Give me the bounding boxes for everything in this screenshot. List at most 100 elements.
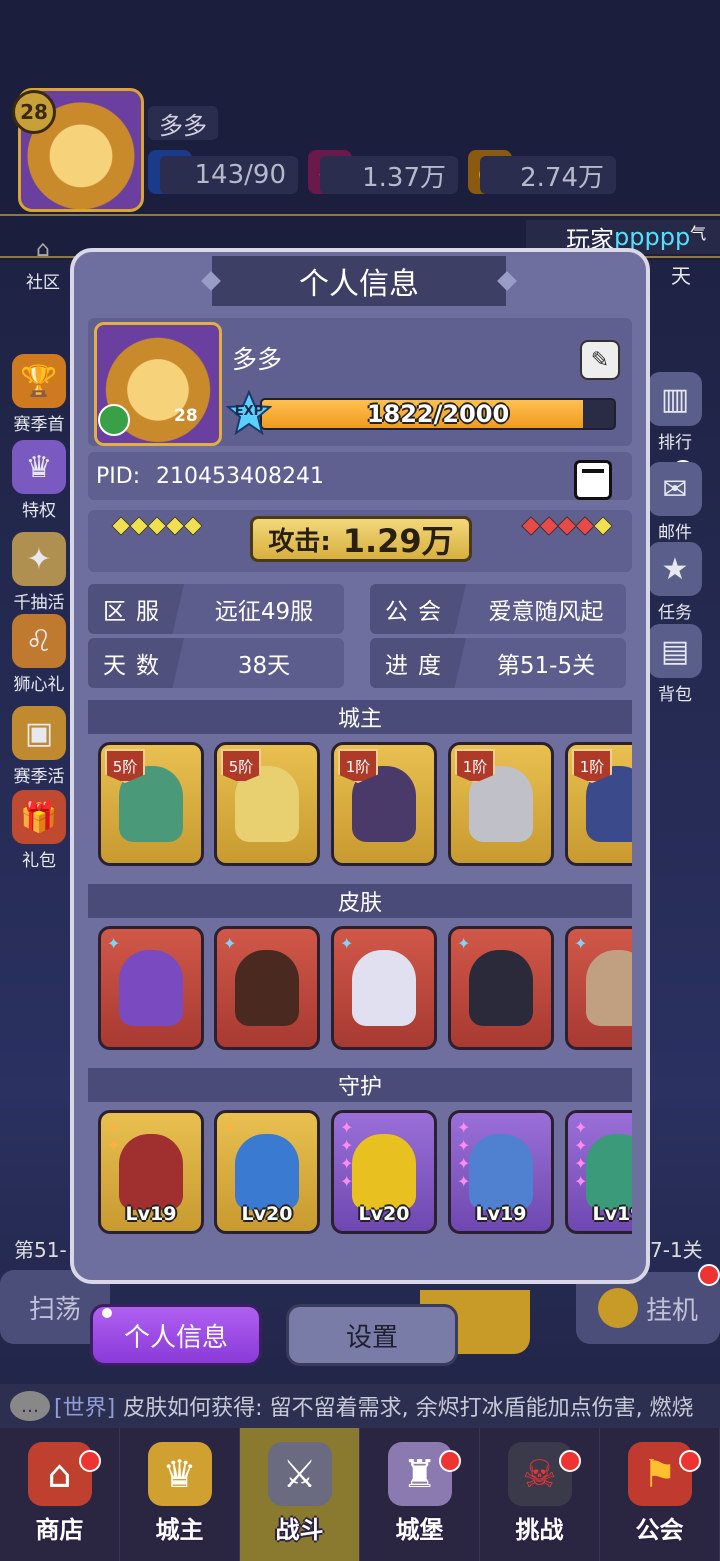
world-chat-bar[interactable]: … [世界] 皮肤如何获得: 留不留着需求, 余烬打冰盾能加点伤害, 燃烧 [0,1384,720,1428]
idle-notification-dot [698,1264,720,1286]
crossed-swords-icon: ⚔ [267,1442,332,1506]
hero-card[interactable]: 1阶 [565,742,632,866]
gold-value: 2.74万 [480,156,616,194]
hero-card[interactable]: 5阶 [214,742,320,866]
tab-personal-info[interactable]: 个人信息 [90,1304,262,1366]
copy-pid-button[interactable] [574,460,612,500]
bag-icon: ▤ [648,624,702,678]
guardian-portrait [235,1134,299,1210]
guardian-card[interactable]: ✦ ✦ ✦ ✦ Lv20 [331,1110,437,1234]
nav-shop[interactable]: ⌂ 商店 [0,1428,120,1561]
guardian-portrait [119,1134,183,1210]
guardian-portrait [352,1134,416,1210]
bottom-nav: ⌂ 商店 ♛ 城主 ⚔ 战斗 ♜ 城堡 ☠ 挑战 ⚑ 公会 [0,1428,720,1561]
nav-castle[interactable]: ♜ 城堡 [360,1428,480,1561]
star-icons: ✦ ✦ [107,1118,121,1155]
shop-icon: ⌂ [27,1442,92,1506]
hud-divider [0,214,720,216]
chest-icon: ▣ [12,706,66,760]
diamond-icon: ✦ [223,934,237,953]
star-icons: ✦ [223,1118,237,1137]
switch-avatar-icon[interactable] [98,404,130,436]
demon-icon: ☠ [507,1442,572,1506]
heroes-row[interactable]: 5阶 5阶 1阶 1阶 1阶 [88,738,632,874]
guardian-portrait [586,1134,632,1210]
skin-card[interactable]: ✦ [565,926,632,1050]
side-item-ranking[interactable]: ▥ 排行 [640,372,710,453]
skin-portrait [235,950,299,1026]
guardian-portrait [469,1134,533,1210]
section-guardians-header: 守护 [88,1068,632,1102]
side-item-privilege[interactable]: ♛ 特权 [4,440,74,521]
chat-bubble-icon: … [10,1391,50,1421]
diamond-icon: ✦ [340,934,354,953]
side-item-mail[interactable]: ✉ 邮件 [640,462,710,543]
guild-notification-dot [679,1450,701,1472]
skin-portrait [469,950,533,1026]
guardian-card[interactable]: ✦ Lv20 [214,1110,320,1234]
section-heroes-header: 城主 [88,700,632,734]
tab-settings[interactable]: 设置 [286,1304,458,1366]
side-item-bag[interactable]: ▤ 背包 [640,624,710,705]
banner-icon: ⚑ [627,1442,692,1506]
nav-lord[interactable]: ♛ 城主 [120,1428,240,1561]
edit-icon: ✎ [590,347,610,373]
guardians-row[interactable]: ✦✦Lv19 ✦Lv20 ✦✦✦✦Lv20 ✦✦✦✦Lv19 ✦✦✦✦Lv19 [88,1106,632,1236]
player-level-badge: 28 [12,90,56,134]
clock-icon [597,1288,638,1328]
info-guild: 公会 爱意随风起 [370,584,626,634]
skin-card[interactable]: ✦ [214,926,320,1050]
nav-challenge[interactable]: ☠ 挑战 [480,1428,600,1561]
stage-label-left: 第51- [14,1238,67,1262]
star-icons: ✦ ✦ ✦ ✦ [340,1118,354,1191]
skin-card[interactable]: ✦ [331,926,437,1050]
guardian-card[interactable]: ✦✦✦✦Lv19 [565,1110,632,1234]
player-name: 多多 [148,106,218,140]
skin-card[interactable]: ✦ [98,926,204,1050]
side-item-season-event[interactable]: ▣ 赛季活 [4,706,74,787]
side-item-tasks[interactable]: ★ 任务 [640,542,710,623]
exp-value: 1822/2000 [366,400,510,428]
mail-icon: ✉ [648,462,702,516]
nav-battle[interactable]: ⚔ 战斗 [240,1428,360,1561]
energy-value: 143/90 [160,156,298,194]
exp-label: EXP [234,404,264,419]
side-item-lionheart-gift[interactable]: ♌ 狮心礼 [4,614,74,695]
dialog-title: 个人信息 [212,256,506,306]
side-item-community[interactable]: ⌂ 社区 [8,232,78,294]
hero-card[interactable]: 1阶 [331,742,437,866]
stage-label-right: 7-1关 [650,1238,703,1262]
star-icons: ✦ ✦ ✦ ✦ [574,1118,588,1191]
diamond-icon: ✦ [574,934,588,953]
crown-icon: ♛ [12,440,66,494]
crown-icon: ♛ [147,1442,212,1506]
info-days: 天数 38天 [88,638,344,688]
info-progress: 进度 第51-5关 [370,638,626,688]
nav-guild[interactable]: ⚑ 公会 [600,1428,720,1561]
profile-level: 28 [174,406,198,426]
section-skins-header: 皮肤 [88,884,632,918]
copy-icon [582,469,604,473]
trophy-icon: 🏆 [12,354,66,408]
gift-icon: 🎁 [12,790,66,844]
skins-row[interactable]: ✦ ✦ ✦ ✦ ✦ [88,922,632,1058]
side-item-season-first[interactable]: 🏆 赛季首 [4,354,74,435]
guardian-card[interactable]: ✦✦✦✦Lv19 [448,1110,554,1234]
gem-row-right [521,516,613,537]
side-item-gift-pack[interactable]: 🎁 礼包 [4,790,74,871]
lion-icon: ♌ [12,614,66,668]
profile-name: 多多 [232,345,283,374]
skin-portrait [586,950,632,1026]
tab-sparkle [102,1308,112,1318]
edit-name-button[interactable]: ✎ [580,340,620,380]
skin-card[interactable]: ✦ [448,926,554,1050]
star-icons: ✦ ✦ ✦ ✦ [457,1118,471,1191]
guardian-card[interactable]: ✦ ✦ Lv19 [98,1110,204,1234]
gem-value: 1.37万 [320,156,458,194]
attack-power: 攻击: 1.29万 [250,516,472,562]
side-item-thousand-draw[interactable]: ✦ 千抽活 [4,532,74,613]
hero-card[interactable]: 5阶 [98,742,204,866]
hero-card[interactable]: 1阶 [448,742,554,866]
side-item-day[interactable]: 天 [646,260,716,289]
task-icon: ★ [648,542,702,596]
